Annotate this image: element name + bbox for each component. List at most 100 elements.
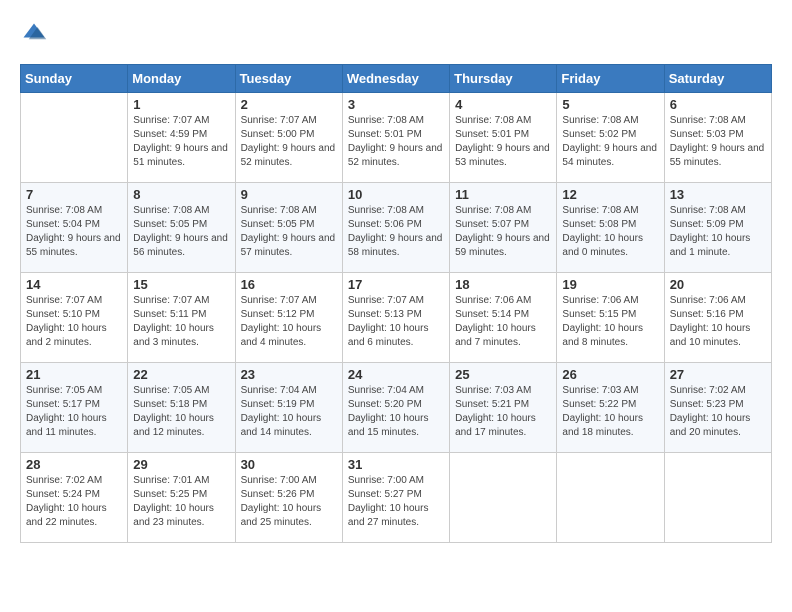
day-info: Sunrise: 7:07 AMSunset: 5:10 PMDaylight:… <box>26 294 122 350</box>
calendar-cell: 2 Sunrise: 7:07 AMSunset: 5:00 PMDaylight… <box>235 93 342 183</box>
day-number: 27 <box>670 367 766 382</box>
calendar-cell: 25Sunrise: 7:03 AMSunset: 5:21 PMDayligh… <box>450 363 557 453</box>
day-info: Sunrise: 7:07 AMSunset: 5:13 PMDaylight:… <box>348 294 444 350</box>
weekday-header-wednesday: Wednesday <box>342 65 449 93</box>
calendar-cell: 23 Sunrise: 7:04 AMSunset: 5:19 PMDayligh… <box>235 363 342 453</box>
calendar-cell <box>664 453 771 543</box>
calendar-cell: 11Sunrise: 7:08 AMSunset: 5:07 PMDayligh… <box>450 183 557 273</box>
calendar-cell: 14 Sunrise: 7:07 AMSunset: 5:10 PMDayligh… <box>21 273 128 363</box>
calendar-week-3: 14 Sunrise: 7:07 AMSunset: 5:10 PMDayligh… <box>21 273 772 363</box>
day-number: 7 <box>26 187 122 202</box>
calendar-cell: 9Sunrise: 7:08 AMSunset: 5:05 PMDaylight… <box>235 183 342 273</box>
day-number: 2 <box>241 97 337 112</box>
calendar-week-2: 7 Sunrise: 7:08 AMSunset: 5:04 PMDaylight… <box>21 183 772 273</box>
weekday-header-tuesday: Tuesday <box>235 65 342 93</box>
day-number: 21 <box>26 367 122 382</box>
day-info: Sunrise: 7:08 AMSunset: 5:04 PMDaylight:… <box>26 204 122 260</box>
calendar-week-4: 21 Sunrise: 7:05 AMSunset: 5:17 PMDayligh… <box>21 363 772 453</box>
calendar-cell: 10 Sunrise: 7:08 AMSunset: 5:06 PMDayligh… <box>342 183 449 273</box>
calendar-cell: 5Sunrise: 7:08 AMSunset: 5:02 PMDaylight… <box>557 93 664 183</box>
weekday-header-thursday: Thursday <box>450 65 557 93</box>
day-info: Sunrise: 7:02 AMSunset: 5:23 PMDaylight:… <box>670 384 766 440</box>
weekday-header-row: SundayMondayTuesdayWednesdayThursdayFrid… <box>21 65 772 93</box>
day-info: Sunrise: 7:03 AMSunset: 5:22 PMDaylight:… <box>562 384 658 440</box>
weekday-header-monday: Monday <box>128 65 235 93</box>
calendar-cell: 29 Sunrise: 7:01 AMSunset: 5:25 PMDayligh… <box>128 453 235 543</box>
calendar-cell: 8 Sunrise: 7:08 AMSunset: 5:05 PMDaylight… <box>128 183 235 273</box>
day-info: Sunrise: 7:01 AMSunset: 5:25 PMDaylight:… <box>133 474 229 530</box>
day-number: 16 <box>241 277 337 292</box>
day-number: 3 <box>348 97 444 112</box>
logo-icon <box>20 20 48 48</box>
day-info: Sunrise: 7:00 AMSunset: 5:26 PMDaylight:… <box>241 474 337 530</box>
day-info: Sunrise: 7:02 AMSunset: 5:24 PMDaylight:… <box>26 474 122 530</box>
day-number: 24 <box>348 367 444 382</box>
calendar-cell <box>21 93 128 183</box>
calendar-cell: 4 Sunrise: 7:08 AMSunset: 5:01 PMDaylight… <box>450 93 557 183</box>
day-number: 1 <box>133 97 229 112</box>
day-info: Sunrise: 7:08 AMSunset: 5:05 PMDaylight:… <box>133 204 229 260</box>
calendar-cell: 12 Sunrise: 7:08 AMSunset: 5:08 PMDayligh… <box>557 183 664 273</box>
day-number: 18 <box>455 277 551 292</box>
day-info: Sunrise: 7:08 AMSunset: 5:05 PMDaylight:… <box>241 204 337 260</box>
weekday-header-saturday: Saturday <box>664 65 771 93</box>
day-number: 14 <box>26 277 122 292</box>
day-info: Sunrise: 7:07 AMSunset: 5:11 PMDaylight:… <box>133 294 229 350</box>
calendar-cell: 13 Sunrise: 7:08 AMSunset: 5:09 PMDayligh… <box>664 183 771 273</box>
calendar-table: SundayMondayTuesdayWednesdayThursdayFrid… <box>20 64 772 543</box>
day-number: 15 <box>133 277 229 292</box>
calendar-week-1: 1 Sunrise: 7:07 AMSunset: 4:59 PMDaylight… <box>21 93 772 183</box>
day-number: 25 <box>455 367 551 382</box>
calendar-cell: 18 Sunrise: 7:06 AMSunset: 5:14 PMDayligh… <box>450 273 557 363</box>
day-number: 30 <box>241 457 337 472</box>
day-number: 23 <box>241 367 337 382</box>
calendar-cell: 28 Sunrise: 7:02 AMSunset: 5:24 PMDayligh… <box>21 453 128 543</box>
weekday-header-sunday: Sunday <box>21 65 128 93</box>
calendar-cell: 17 Sunrise: 7:07 AMSunset: 5:13 PMDayligh… <box>342 273 449 363</box>
page-header <box>20 20 772 48</box>
calendar-cell: 6 Sunrise: 7:08 AMSunset: 5:03 PMDaylight… <box>664 93 771 183</box>
day-number: 6 <box>670 97 766 112</box>
day-number: 17 <box>348 277 444 292</box>
day-number: 11 <box>455 187 551 202</box>
day-info: Sunrise: 7:05 AMSunset: 5:18 PMDaylight:… <box>133 384 229 440</box>
day-info: Sunrise: 7:06 AMSunset: 5:16 PMDaylight:… <box>670 294 766 350</box>
day-number: 10 <box>348 187 444 202</box>
day-info: Sunrise: 7:06 AMSunset: 5:14 PMDaylight:… <box>455 294 551 350</box>
calendar-cell: 1 Sunrise: 7:07 AMSunset: 4:59 PMDaylight… <box>128 93 235 183</box>
calendar-cell: 27 Sunrise: 7:02 AMSunset: 5:23 PMDayligh… <box>664 363 771 453</box>
day-number: 8 <box>133 187 229 202</box>
calendar-cell: 22 Sunrise: 7:05 AMSunset: 5:18 PMDayligh… <box>128 363 235 453</box>
calendar-cell: 19Sunrise: 7:06 AMSunset: 5:15 PMDayligh… <box>557 273 664 363</box>
day-number: 13 <box>670 187 766 202</box>
day-info: Sunrise: 7:08 AMSunset: 5:09 PMDaylight:… <box>670 204 766 260</box>
day-number: 4 <box>455 97 551 112</box>
weekday-header-friday: Friday <box>557 65 664 93</box>
day-number: 29 <box>133 457 229 472</box>
day-info: Sunrise: 7:07 AMSunset: 4:59 PMDaylight:… <box>133 114 229 170</box>
calendar-cell: 3Sunrise: 7:08 AMSunset: 5:01 PMDaylight… <box>342 93 449 183</box>
calendar-body: 1 Sunrise: 7:07 AMSunset: 4:59 PMDaylight… <box>21 93 772 543</box>
calendar-cell: 26Sunrise: 7:03 AMSunset: 5:22 PMDayligh… <box>557 363 664 453</box>
day-info: Sunrise: 7:08 AMSunset: 5:01 PMDaylight:… <box>455 114 551 170</box>
day-number: 22 <box>133 367 229 382</box>
day-info: Sunrise: 7:00 AMSunset: 5:27 PMDaylight:… <box>348 474 444 530</box>
day-info: Sunrise: 7:08 AMSunset: 5:02 PMDaylight:… <box>562 114 658 170</box>
calendar-cell <box>450 453 557 543</box>
day-info: Sunrise: 7:06 AMSunset: 5:15 PMDaylight:… <box>562 294 658 350</box>
day-info: Sunrise: 7:08 AMSunset: 5:06 PMDaylight:… <box>348 204 444 260</box>
calendar-cell <box>557 453 664 543</box>
day-number: 28 <box>26 457 122 472</box>
calendar-week-5: 28 Sunrise: 7:02 AMSunset: 5:24 PMDayligh… <box>21 453 772 543</box>
day-info: Sunrise: 7:07 AMSunset: 5:12 PMDaylight:… <box>241 294 337 350</box>
calendar-cell: 24Sunrise: 7:04 AMSunset: 5:20 PMDayligh… <box>342 363 449 453</box>
day-info: Sunrise: 7:04 AMSunset: 5:19 PMDaylight:… <box>241 384 337 440</box>
calendar-cell: 15 Sunrise: 7:07 AMSunset: 5:11 PMDayligh… <box>128 273 235 363</box>
calendar-cell: 31Sunrise: 7:00 AMSunset: 5:27 PMDayligh… <box>342 453 449 543</box>
day-info: Sunrise: 7:08 AMSunset: 5:03 PMDaylight:… <box>670 114 766 170</box>
day-number: 12 <box>562 187 658 202</box>
day-info: Sunrise: 7:05 AMSunset: 5:17 PMDaylight:… <box>26 384 122 440</box>
calendar-cell: 16 Sunrise: 7:07 AMSunset: 5:12 PMDayligh… <box>235 273 342 363</box>
day-info: Sunrise: 7:08 AMSunset: 5:08 PMDaylight:… <box>562 204 658 260</box>
day-info: Sunrise: 7:07 AMSunset: 5:00 PMDaylight:… <box>241 114 337 170</box>
